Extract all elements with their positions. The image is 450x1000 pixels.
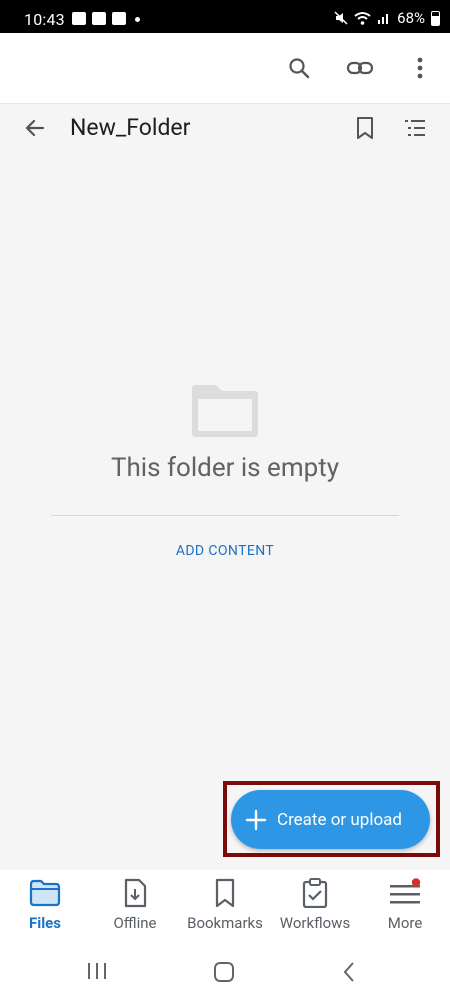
- create-or-upload-button[interactable]: Create or upload: [231, 790, 430, 849]
- offline-download-icon: [124, 878, 147, 908]
- mute-icon: [334, 11, 348, 25]
- battery-icon: [431, 10, 440, 26]
- add-icon: [245, 809, 267, 830]
- top-app-bar: [0, 33, 450, 104]
- notification-badge-icon: [411, 878, 421, 887]
- recent-apps-icon[interactable]: [86, 962, 108, 980]
- status-time: 10:43: [24, 10, 65, 29]
- wifi-icon: [354, 12, 371, 25]
- status-bar: 10:43 68%: [0, 0, 450, 33]
- task-notification-icon: [92, 12, 106, 25]
- folder-icon: [29, 879, 61, 907]
- nav-label: More: [387, 914, 423, 932]
- system-navigation-bar: [0, 942, 450, 1000]
- sort-list-button[interactable]: [395, 108, 435, 148]
- bookmark-icon: [215, 878, 235, 908]
- calendar-notification-icon: [72, 12, 86, 25]
- bottom-navigation: Files Offline Bookmarks Workflows More: [0, 870, 450, 942]
- back-button[interactable]: [15, 108, 55, 148]
- search-icon: [289, 58, 310, 79]
- nav-more[interactable]: More: [360, 878, 450, 932]
- page-title: New_Folder: [70, 114, 191, 141]
- add-content-link[interactable]: ADD CONTENT: [0, 543, 450, 559]
- nav-bookmarks[interactable]: Bookmarks: [180, 878, 270, 932]
- nav-label: Bookmarks: [187, 914, 263, 932]
- folder-header: New_Folder: [0, 104, 450, 154]
- link-button[interactable]: [340, 48, 380, 88]
- nav-files[interactable]: Files: [0, 878, 90, 932]
- overflow-menu-button[interactable]: [400, 48, 440, 88]
- nav-offline[interactable]: Offline: [90, 878, 180, 932]
- arrow-back-icon: [25, 119, 45, 137]
- fab-label: Create or upload: [277, 809, 402, 830]
- link-icon: [346, 61, 374, 75]
- nav-label: Files: [29, 914, 61, 932]
- home-icon[interactable]: [213, 961, 235, 983]
- divider: [51, 515, 399, 516]
- nav-label: Workflows: [279, 914, 351, 932]
- battery-percent: 68%: [397, 9, 425, 27]
- nav-workflows[interactable]: Workflows: [270, 878, 360, 932]
- more-vert-icon: [417, 57, 423, 79]
- more-notifications-icon: [135, 17, 140, 22]
- bookmark-folder-button[interactable]: [345, 108, 385, 148]
- signal-icon: [378, 14, 389, 24]
- sort-list-icon: [405, 120, 425, 136]
- nav-label: Offline: [113, 914, 157, 932]
- clipboard-check-icon: [302, 878, 328, 909]
- empty-folder-icon: [192, 385, 258, 437]
- menu-icon: [390, 878, 421, 904]
- bookmark-outline-icon: [357, 117, 373, 139]
- system-back-icon[interactable]: [341, 961, 357, 983]
- search-button[interactable]: [279, 48, 319, 88]
- image-notification-icon: [112, 12, 126, 25]
- empty-state-message: This folder is empty: [110, 453, 340, 483]
